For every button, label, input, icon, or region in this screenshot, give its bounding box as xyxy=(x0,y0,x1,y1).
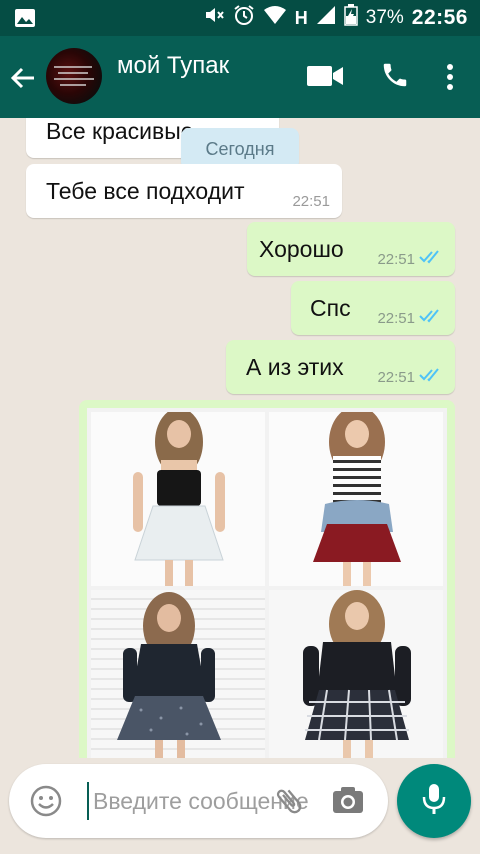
image-icon xyxy=(14,8,36,33)
contact-name[interactable]: мой Тупак xyxy=(117,52,229,80)
more-vert-icon[interactable] xyxy=(444,62,456,97)
double-check-icon xyxy=(419,309,443,327)
chat-header: мой Тупак xyxy=(0,36,480,118)
message-text: Хорошо xyxy=(259,236,344,262)
message-meta: 22:51 xyxy=(377,250,443,268)
message-bubble-outgoing[interactable]: Спс 22:51 xyxy=(291,281,455,335)
message-time: 22:51 xyxy=(377,368,415,386)
image-message[interactable] xyxy=(79,400,455,758)
outfit-photo-4[interactable] xyxy=(269,590,443,758)
avatar[interactable] xyxy=(46,48,102,104)
outfit-photo-3[interactable] xyxy=(91,590,265,758)
message-meta: 22:51 xyxy=(377,309,443,327)
message-text: Тебе все подходит xyxy=(46,178,245,204)
wifi-icon xyxy=(263,5,287,31)
camera-icon[interactable] xyxy=(331,784,365,823)
message-bubble-outgoing[interactable]: А из этих 22:51 xyxy=(226,340,455,394)
image-collage[interactable] xyxy=(87,408,447,758)
message-list[interactable]: Все красивые Сегодня Тебе все подходит 2… xyxy=(0,118,480,758)
message-composer xyxy=(9,764,388,838)
video-call-icon[interactable] xyxy=(306,62,344,95)
message-bubble-incoming[interactable]: Тебе все подходит 22:51 xyxy=(26,164,342,218)
mic-button[interactable] xyxy=(397,764,471,838)
message-time: 22:51 xyxy=(377,309,415,327)
battery-icon xyxy=(344,4,358,32)
battery-percent: 37% xyxy=(365,7,404,28)
clock: 22:56 xyxy=(411,6,468,29)
attach-icon[interactable] xyxy=(272,784,306,823)
outfit-photo-2[interactable] xyxy=(269,412,443,586)
message-meta: 22:51 xyxy=(377,368,443,386)
back-arrow-icon[interactable] xyxy=(8,63,38,93)
message-time: 22:51 xyxy=(377,250,415,268)
outfit-photo-1[interactable] xyxy=(91,412,265,586)
message-text: Все красивые xyxy=(46,118,194,144)
alarm-icon xyxy=(233,4,255,32)
status-bar: H 37% 22:56 xyxy=(0,0,480,36)
message-time: 22:51 xyxy=(292,193,330,210)
double-check-icon xyxy=(419,368,443,386)
phone-icon[interactable] xyxy=(380,60,410,95)
network-type: H xyxy=(294,7,308,28)
signal-icon xyxy=(316,5,336,31)
message-bubble-outgoing[interactable]: Хорошо 22:51 xyxy=(247,222,455,276)
mic-icon xyxy=(421,782,447,821)
message-text: Спс xyxy=(310,295,351,321)
mute-icon xyxy=(203,4,225,32)
double-check-icon xyxy=(419,250,443,268)
message-text: А из этих xyxy=(246,354,344,380)
emoji-icon[interactable] xyxy=(29,784,63,823)
